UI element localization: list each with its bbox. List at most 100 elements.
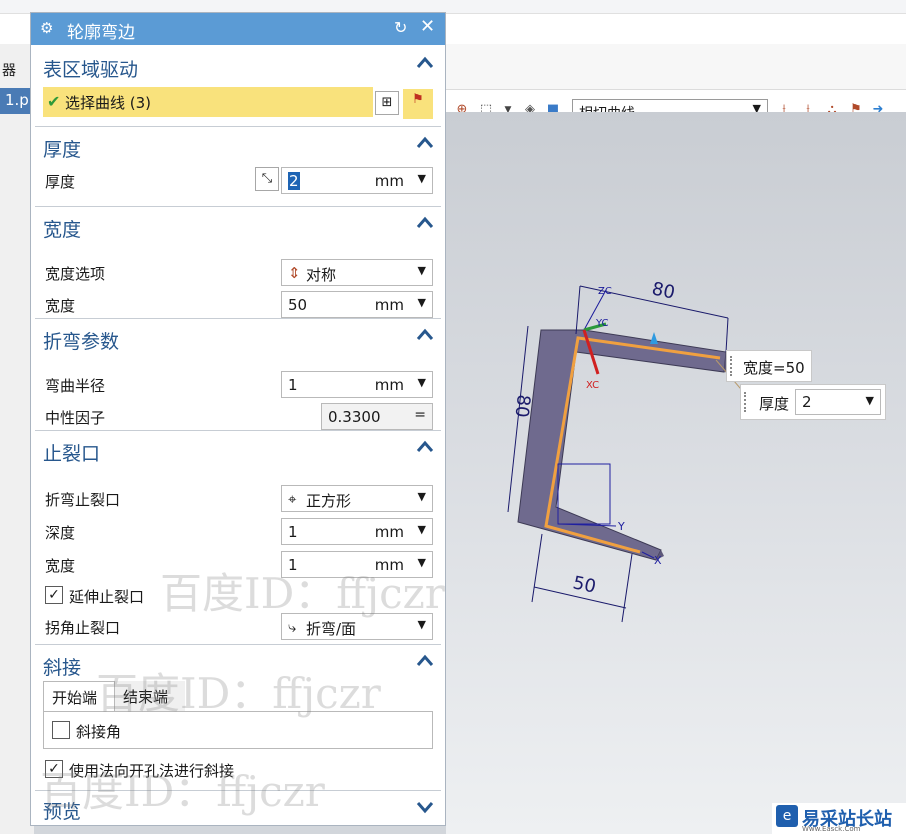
chevron-down-icon: ▼ (417, 618, 426, 631)
equals-icon[interactable]: = (414, 407, 426, 423)
relief-depth-field[interactable]: 1 mm ▼ (281, 518, 433, 545)
curve-picker-icon[interactable]: ⊞ (375, 91, 399, 115)
miter-angle-checkbox[interactable] (52, 721, 70, 739)
chevron-down-icon[interactable]: ▼ (418, 172, 426, 185)
thickness-label: 厚度 (45, 173, 76, 191)
width-field[interactable]: 50 mm ▼ (281, 291, 433, 318)
tab-start-end[interactable]: 开始端 (43, 681, 115, 711)
part-drawing: 80 80 50 ZC YC XC Y X (507, 278, 747, 623)
file-tab[interactable]: 1.p (0, 88, 34, 114)
thickness-unit: mm (374, 172, 404, 190)
neutral-factor-field[interactable]: 0.3300 = (321, 403, 433, 430)
axis-y-label: Y (617, 520, 625, 533)
relief-width-label: 宽度 (45, 557, 76, 575)
chevron-down-icon: ▼ (865, 394, 874, 407)
relief-width-unit: mm (374, 556, 404, 574)
section-miter: 斜接 开始端 结束端 斜接角 ✓ 使用法向开孔法进行斜接 (35, 645, 441, 791)
thickness-field[interactable]: 2 mm ▼ (281, 167, 433, 194)
section-preview: 预览 (35, 791, 441, 825)
chevron-up-icon[interactable] (415, 437, 435, 457)
section-thickness: 厚度 厚度 ⤡ 2 mm ▼ (35, 127, 441, 207)
bend-relief-label: 折弯止裂口 (45, 491, 121, 509)
bend-relief-select[interactable]: ⌖ 正方形 ▼ (281, 485, 433, 512)
width-tag-text: 宽度=50 (743, 359, 805, 377)
brand-badge: e 易采站长站 Www.Easck.Com (772, 803, 906, 834)
gear-icon[interactable]: ⚙ (40, 19, 53, 37)
dimension-swap-icon[interactable]: ⤡ (255, 167, 279, 191)
chevron-up-icon[interactable] (415, 651, 435, 671)
reset-icon[interactable]: ↻ (394, 18, 407, 37)
tab-end-end[interactable]: 结束端 (115, 681, 185, 711)
dim-text-top: 80 (650, 278, 677, 303)
corner-relief-value: 折弯/面 (306, 620, 357, 638)
width-option-value: 对称 (306, 266, 337, 284)
bend-radius-label: 弯曲半径 (45, 377, 106, 395)
width-tag[interactable]: 宽度=50 (726, 350, 812, 382)
chevron-up-icon[interactable] (415, 325, 435, 345)
section-header[interactable]: 预览 (43, 797, 81, 824)
tab-start-label: 开始端 (52, 689, 98, 707)
dim-text-bottom: 50 (571, 572, 598, 597)
relief-width-value: 1 (288, 556, 298, 574)
close-icon[interactable]: ✕ (420, 16, 435, 37)
relief-depth-value: 1 (288, 523, 298, 541)
corner-relief-icon: ⤷ (288, 618, 297, 636)
chevron-up-icon[interactable] (415, 133, 435, 153)
neutral-factor-label: 中性因子 (45, 409, 106, 427)
section-table-drive: 表区域驱动 ✔ 选择曲线 (3) ⊞ ⚑ (35, 47, 441, 127)
chevron-down-icon[interactable]: ▼ (418, 523, 426, 536)
section-relief: 止裂口 折弯止裂口 ⌖ 正方形 ▼ 深度 1 mm ▼ 宽度 1 mm ▼ ✓ … (35, 431, 441, 645)
square-relief-icon: ⌖ (288, 490, 297, 508)
relief-depth-unit: mm (374, 523, 404, 541)
thickness-tag-label: 厚度 (759, 395, 790, 413)
section-header[interactable]: 止裂口 (43, 439, 100, 466)
flag-icon[interactable]: ⚑ (403, 89, 433, 119)
width-option-label: 宽度选项 (45, 265, 106, 283)
section-header[interactable]: 表区域驱动 (43, 55, 138, 82)
contour-flange-dialog: ⚙ 轮廓弯边 ↻ ✕ 表区域驱动 ✔ 选择曲线 (3) ⊞ ⚑ 厚度 厚度 ⤡ … (30, 12, 446, 826)
bend-relief-value: 正方形 (306, 492, 352, 510)
chevron-down-icon: ▼ (417, 264, 426, 277)
left-strip-label: 器 (2, 63, 16, 79)
symmetric-icon: ⇕ (288, 264, 301, 282)
direction-arrow-icon (650, 332, 658, 344)
normal-hole-checkbox[interactable]: ✓ (45, 760, 63, 778)
chevron-up-icon[interactable] (415, 213, 435, 233)
axis-x-label: X (654, 554, 662, 567)
thickness-tag-value: 2 (802, 393, 812, 411)
drag-handle-icon[interactable] (744, 392, 748, 412)
bend-radius-field[interactable]: 1 mm ▼ (281, 371, 433, 398)
thickness-tag[interactable]: 厚度 2 ▼ (740, 384, 886, 420)
corner-relief-select[interactable]: ⤷ 折弯/面 ▼ (281, 613, 433, 640)
chevron-down-icon[interactable]: ▼ (418, 376, 426, 389)
section-header[interactable]: 厚度 (43, 135, 81, 162)
section-header[interactable]: 折弯参数 (43, 327, 119, 354)
chevron-down-icon[interactable] (415, 797, 435, 817)
width-option-select[interactable]: ⇕ 对称 ▼ (281, 259, 433, 286)
relief-depth-label: 深度 (45, 524, 76, 542)
width-value: 50 (288, 296, 308, 314)
chevron-up-icon[interactable] (415, 53, 435, 73)
thickness-tag-input[interactable]: 2 ▼ (795, 389, 881, 415)
check-icon: ✔ (47, 92, 61, 111)
brand-logo-icon: e (776, 805, 798, 827)
bend-radius-unit: mm (374, 376, 404, 394)
section-header[interactable]: 宽度 (43, 215, 81, 242)
select-curve-row[interactable]: ✔ 选择曲线 (3) (43, 87, 373, 117)
corner-relief-label: 拐角止裂口 (45, 619, 121, 637)
miter-tab-panel: 斜接角 (43, 711, 433, 749)
graphics-viewport[interactable]: 80 80 50 ZC YC XC Y X 宽度=50 厚度 2 ▼ (446, 112, 906, 834)
file-tab-label: 1.p (5, 91, 29, 109)
dialog-title: 轮廓弯边 (67, 23, 135, 43)
chevron-down-icon: ▼ (417, 490, 426, 503)
extend-relief-checkbox[interactable]: ✓ (45, 586, 63, 604)
chevron-down-icon[interactable]: ▼ (418, 556, 426, 569)
section-header[interactable]: 斜接 (43, 653, 81, 680)
drag-handle-icon[interactable] (730, 356, 734, 376)
thickness-value: 2 (288, 172, 300, 190)
section-bend-params: 折弯参数 弯曲半径 1 mm ▼ 中性因子 0.3300 = (35, 319, 441, 431)
relief-width-field[interactable]: 1 mm ▼ (281, 551, 433, 578)
select-curve-label: 选择曲线 (3) (65, 94, 152, 112)
dialog-titlebar[interactable]: ⚙ 轮廓弯边 ↻ ✕ (31, 13, 445, 45)
chevron-down-icon[interactable]: ▼ (418, 296, 426, 309)
